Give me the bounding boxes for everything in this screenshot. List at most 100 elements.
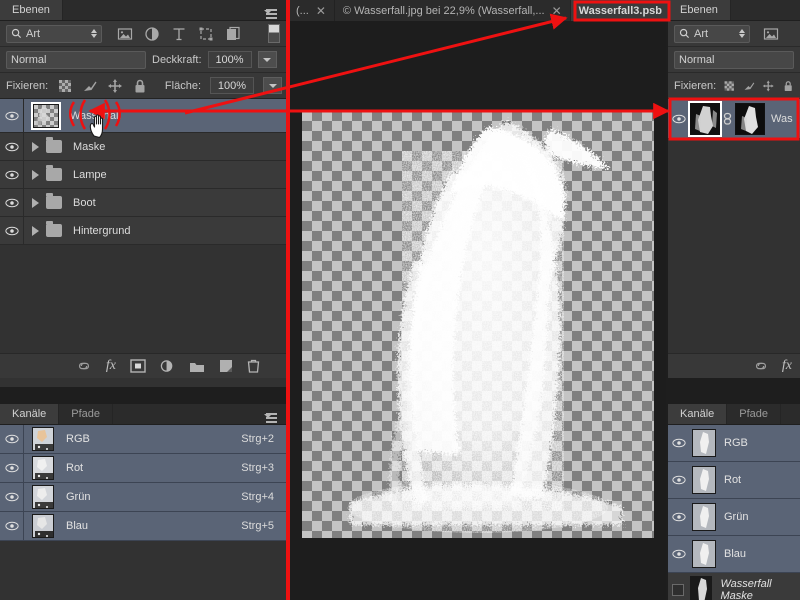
close-icon[interactable]: ✕ [552, 5, 562, 17]
right-channel-thumbnail-gruen[interactable] [692, 503, 716, 531]
adjustment-filter-icon[interactable] [144, 26, 160, 42]
visibility-toggle-rot-right[interactable] [668, 462, 690, 498]
document-tab-1[interactable]: © Wasserfall.jpg bei 22,9% (Wasserfall,.… [335, 0, 571, 21]
right-layer-row-wasserfall[interactable]: Was [668, 99, 800, 139]
visibility-toggle-rgb[interactable] [0, 425, 24, 453]
panel-menu-icon[interactable] [261, 413, 277, 425]
right-layer-thumbnail[interactable] [690, 103, 720, 135]
tab-pfade-left[interactable]: Pfade [59, 404, 113, 424]
opacity-slider-button[interactable] [258, 51, 277, 68]
layer-mask-link-icon[interactable] [723, 112, 732, 126]
tab-ebenen-right[interactable]: Ebenen [668, 0, 731, 20]
lock-all-icon[interactable] [132, 78, 148, 94]
visibility-toggle-maske[interactable] [0, 133, 24, 160]
visibility-toggle-boot[interactable] [0, 189, 24, 216]
tab-ebenen-left[interactable]: Ebenen [0, 0, 63, 20]
visibility-toggle-rgb-right[interactable] [668, 425, 690, 461]
right-layer-label: Was [771, 113, 793, 125]
channel-row-blau[interactable]: Blau Strg+5 [0, 512, 288, 541]
new-layer-icon[interactable] [219, 359, 233, 373]
channel-row-gruen[interactable]: Grün Strg+4 [0, 483, 288, 512]
lock-position-icon[interactable] [107, 78, 123, 94]
pixel-filter-icon[interactable] [117, 26, 133, 42]
lock-all-icon[interactable] [782, 78, 794, 94]
right-layer-mask-thumbnail[interactable] [735, 103, 765, 135]
text-filter-icon[interactable] [171, 26, 187, 42]
layer-style-fx-icon[interactable]: fx [106, 358, 116, 374]
canvas-area[interactable] [288, 21, 666, 600]
visibility-toggle-gruen-right[interactable] [668, 499, 690, 535]
channel-thumbnail-rot[interactable] [32, 456, 54, 480]
fill-slider-button[interactable] [263, 77, 282, 94]
channel-row-rgb[interactable]: RGB Strg+2 [0, 425, 288, 454]
lock-transparency-icon[interactable] [723, 78, 735, 94]
fill-input[interactable]: 100% [210, 77, 254, 94]
filter-toggle-switch[interactable] [268, 24, 280, 43]
right-filter-kind-select[interactable]: Art [674, 25, 750, 43]
shape-filter-icon[interactable] [198, 26, 214, 42]
group-disclosure-icon[interactable] [32, 226, 39, 236]
right-blend-mode-select[interactable]: Normal [674, 51, 794, 69]
layer-style-fx-icon[interactable]: fx [782, 358, 792, 374]
lock-position-icon[interactable] [762, 78, 774, 94]
lock-image-icon[interactable] [743, 78, 755, 94]
layer-thumbnail-wasserfall[interactable] [33, 104, 59, 128]
visibility-toggle-hintergrund[interactable] [0, 217, 24, 244]
right-channel-row-rgb[interactable]: RGB [668, 425, 800, 462]
right-channel-thumbnail-maske[interactable] [690, 576, 712, 600]
lock-image-icon[interactable] [82, 78, 98, 94]
artboard-transparency[interactable] [302, 111, 654, 538]
layer-row-boot[interactable]: Boot [0, 189, 288, 217]
document-tab-wasserfall3-psb[interactable]: Wasserfall3.psb [571, 0, 671, 21]
layer-row-wasserfall[interactable]: Wasserfall [0, 99, 288, 133]
close-icon[interactable]: ✕ [316, 5, 326, 17]
visibility-toggle-rot[interactable] [0, 454, 24, 482]
smartobject-filter-icon[interactable] [225, 26, 241, 42]
visibility-toggle-blau-right[interactable] [668, 536, 690, 572]
add-layer-mask-icon[interactable] [130, 359, 146, 373]
visibility-toggle-gruen[interactable] [0, 483, 24, 511]
visibility-toggle-wasserfall-maske[interactable] [668, 573, 688, 600]
blend-mode-select[interactable]: Normal [6, 51, 146, 69]
link-layers-icon[interactable] [753, 359, 769, 373]
link-layers-icon[interactable] [76, 359, 92, 373]
right-lock-row: Fixieren: [668, 73, 800, 99]
lock-transparency-icon[interactable] [57, 78, 73, 94]
opacity-input[interactable]: 100% [208, 51, 252, 68]
channel-label-blau: Blau [66, 520, 88, 532]
adjustment-layer-icon[interactable] [160, 359, 175, 373]
right-channel-thumbnail-rgb[interactable] [692, 429, 716, 457]
layer-row-maske[interactable]: Maske [0, 133, 288, 161]
group-disclosure-icon[interactable] [32, 142, 39, 152]
hand-cursor-icon [88, 112, 110, 138]
tab-kanaele-right[interactable]: Kanäle [668, 404, 727, 424]
channel-row-rot[interactable]: Rot Strg+3 [0, 454, 288, 483]
new-group-icon[interactable] [189, 360, 205, 373]
channel-thumbnail-gruen[interactable] [32, 485, 54, 509]
document-tab-0[interactable]: (... ✕ [288, 0, 335, 21]
visibility-toggle-wasserfall[interactable] [0, 99, 24, 132]
lock-label: Fixieren: [674, 80, 716, 92]
tab-kanaele-left[interactable]: Kanäle [0, 404, 59, 424]
right-channel-thumbnail-blau[interactable] [692, 540, 716, 568]
visibility-toggle-lampe[interactable] [0, 161, 24, 188]
blend-mode-row: Normal Deckkraft: 100% [0, 47, 288, 73]
visibility-toggle-blau[interactable] [0, 512, 24, 540]
channel-thumbnail-rgb[interactable] [32, 427, 54, 451]
group-disclosure-icon[interactable] [32, 170, 39, 180]
layer-row-hintergrund[interactable]: Hintergrund [0, 217, 288, 245]
layer-row-lampe[interactable]: Lampe [0, 161, 288, 189]
right-channel-row-blau[interactable]: Blau [668, 536, 800, 573]
visibility-toggle-right-layer[interactable] [668, 99, 690, 138]
delete-layer-icon[interactable] [247, 359, 260, 373]
group-disclosure-icon[interactable] [32, 198, 39, 208]
right-channel-thumbnail-rot[interactable] [692, 466, 716, 494]
tab-pfade-right[interactable]: Pfade [727, 404, 781, 424]
panel-menu-icon[interactable] [261, 9, 277, 21]
pixel-filter-icon[interactable] [763, 26, 779, 42]
right-channel-row-rot[interactable]: Rot [668, 462, 800, 499]
filter-kind-select[interactable]: Art [6, 25, 102, 43]
channel-thumbnail-blau[interactable] [32, 514, 54, 538]
right-channel-row-gruen[interactable]: Grün [668, 499, 800, 536]
right-channel-row-wasserfall-maske[interactable]: Wasserfall Maske [668, 573, 800, 600]
